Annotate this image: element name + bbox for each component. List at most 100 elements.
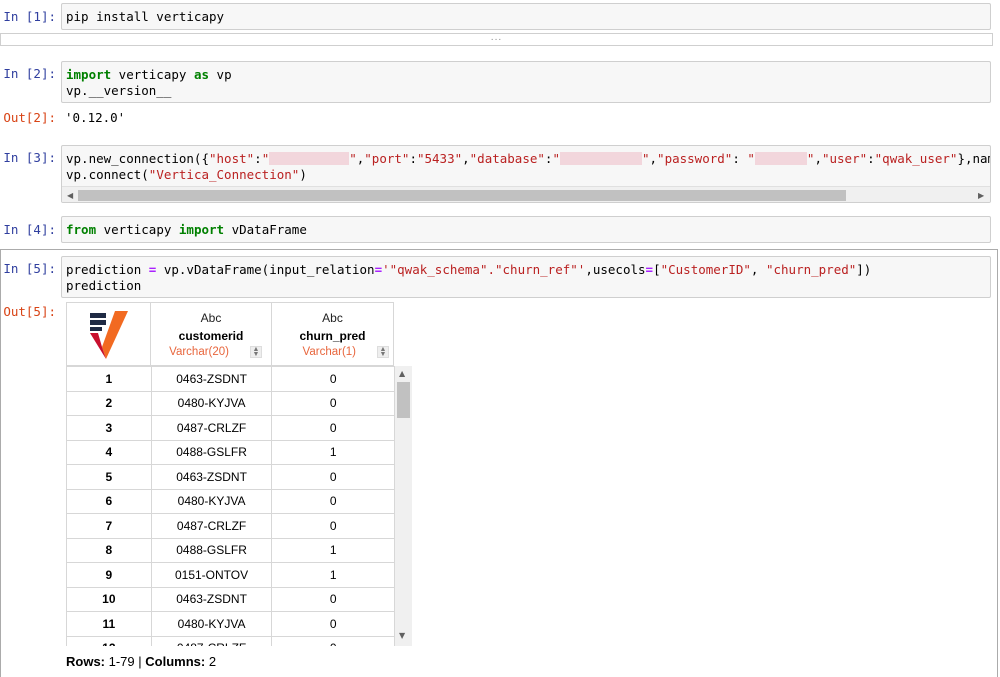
collapsed-output-ellipsis[interactable]: ... bbox=[0, 33, 993, 46]
vdataframe-body[interactable]: 1 0463-ZSDNT 0 2 0480-KYJVA 0 3 0487-CRLZF 0 4 048… bbox=[66, 366, 395, 646]
code-cell-2[interactable]: import verticapy as vp vp.__version__ bbox=[61, 61, 991, 103]
code-token: prediction bbox=[66, 262, 149, 277]
code-editor-2[interactable]: import verticapy as vp vp.__version__ bbox=[66, 67, 232, 99]
code-line: prediction bbox=[66, 278, 871, 294]
redacted-value bbox=[754, 152, 807, 165]
code-editor-1[interactable]: pip install verticapy bbox=[66, 9, 224, 25]
vdataframe-table: 1 0463-ZSDNT 0 2 0480-KYJVA 0 3 0487-CRLZF 0 4 048… bbox=[66, 366, 395, 646]
vertica-logo-cell bbox=[66, 302, 151, 366]
customerid-cell: 0487-CRLZF bbox=[150, 513, 273, 539]
table-row: 2 0480-KYJVA 0 bbox=[66, 390, 395, 416]
code-token: ) bbox=[299, 167, 307, 182]
code-token: = bbox=[645, 262, 654, 277]
code-token: " bbox=[552, 151, 560, 166]
customerid-cell: 0488-GSLFR bbox=[150, 439, 273, 465]
code-token: = bbox=[374, 262, 383, 277]
code-token: import bbox=[66, 67, 112, 82]
code-cell-4[interactable]: from verticapy import vDataFrame bbox=[61, 216, 991, 243]
row-index-cell: 1 bbox=[66, 366, 152, 392]
churn-pred-cell: 1 bbox=[271, 562, 395, 588]
code-token: vp bbox=[209, 67, 232, 82]
row-index-cell: 6 bbox=[66, 488, 152, 514]
column-header-customerid[interactable]: Abc customerid Varchar(20) ▲ ▼ bbox=[150, 302, 272, 366]
table-row: 10 0463-ZSDNT 0 bbox=[66, 586, 395, 612]
code-token: " bbox=[747, 151, 755, 166]
code-cell-1[interactable]: pip install verticapy bbox=[61, 3, 991, 30]
customerid-cell: 0487-CRLZF bbox=[150, 635, 273, 646]
code-token: },name= bbox=[957, 151, 990, 166]
horizontal-scrollbar[interactable]: ◀ ▶ bbox=[62, 186, 990, 202]
row-index-cell: 7 bbox=[66, 513, 152, 539]
footer-separator: | bbox=[134, 654, 146, 669]
vertical-scroll-thumb[interactable] bbox=[397, 382, 410, 418]
code-token: , bbox=[814, 151, 822, 166]
vertica-logo-icon bbox=[90, 311, 128, 359]
code-token: vp.__version__ bbox=[66, 83, 172, 98]
code-editor-3[interactable]: vp.new_connection({"host":" ","port":"543… bbox=[66, 151, 990, 183]
horizontal-scroll-thumb[interactable] bbox=[78, 190, 846, 201]
code-token: "Vertica_Connection" bbox=[148, 167, 300, 182]
code-token: , bbox=[462, 151, 470, 166]
code-token: prediction bbox=[66, 278, 142, 293]
column-header-churn-pred[interactable]: Abc churn_pred Varchar(1) ▲ ▼ bbox=[271, 302, 394, 366]
redacted-value bbox=[559, 152, 642, 165]
scroll-left-arrow-icon[interactable]: ◀ bbox=[67, 191, 73, 200]
churn-pred-cell: 0 bbox=[271, 464, 395, 490]
code-token: "user" bbox=[821, 151, 868, 166]
churn-pred-cell: 0 bbox=[271, 635, 395, 646]
table-row: 9 0151-ONTOV 1 bbox=[66, 562, 395, 588]
table-row: 8 0488-GSLFR 1 bbox=[66, 537, 395, 563]
churn-pred-cell: 0 bbox=[271, 366, 395, 392]
code-line: vp.connect("Vertica_Connection") bbox=[66, 167, 990, 183]
columns-value: 2 bbox=[208, 654, 217, 669]
output-version: '0.12.0' bbox=[65, 110, 126, 125]
code-cell-3[interactable]: vp.new_connection({"host":" ","port":"543… bbox=[61, 145, 991, 203]
column-type-label: Abc bbox=[322, 311, 343, 325]
churn-pred-cell: 0 bbox=[271, 415, 395, 441]
row-index-cell: 9 bbox=[66, 562, 152, 588]
sort-arrows-icon[interactable]: ▲ ▼ bbox=[250, 346, 262, 358]
code-token: vp.new_connection({ bbox=[66, 151, 209, 166]
code-token: : bbox=[732, 151, 748, 166]
code-token: : bbox=[867, 151, 875, 166]
code-token: pip install verticapy bbox=[66, 9, 225, 24]
code-editor-4[interactable]: from verticapy import vDataFrame bbox=[66, 222, 307, 238]
rows-value: 1-79 bbox=[108, 654, 135, 669]
code-token: "5433" bbox=[416, 151, 463, 166]
code-editor-5[interactable]: prediction = vp.vDataFrame(input_relatio… bbox=[66, 262, 871, 294]
column-name: churn_pred bbox=[299, 329, 366, 343]
in-prompt-3: In [3]: bbox=[3, 150, 56, 165]
out-prompt-2: Out[2]: bbox=[3, 110, 56, 125]
code-line: from verticapy import vDataFrame bbox=[66, 222, 307, 238]
code-line: vp.__version__ bbox=[66, 83, 232, 99]
customerid-cell: 0463-ZSDNT bbox=[150, 464, 273, 490]
scroll-right-arrow-icon[interactable]: ▶ bbox=[978, 191, 984, 200]
code-token: : bbox=[409, 151, 417, 166]
customerid-cell: 0480-KYJVA bbox=[150, 488, 273, 514]
code-token: : bbox=[254, 151, 262, 166]
sort-arrows-icon[interactable]: ▲ ▼ bbox=[377, 346, 389, 358]
code-token: vp.connect( bbox=[66, 167, 149, 182]
vdataframe-output: Abc customerid Varchar(20) ▲ ▼ Abc churn_… bbox=[66, 302, 412, 646]
in-prompt-4: In [4]: bbox=[3, 222, 56, 237]
code-line: vp.new_connection({"host":" ","port":"543… bbox=[66, 151, 990, 167]
code-token: ]) bbox=[856, 262, 872, 277]
churn-pred-cell: 0 bbox=[271, 611, 395, 637]
scroll-up-arrow-icon[interactable]: ▲ bbox=[399, 369, 405, 378]
scroll-down-arrow-icon[interactable]: ▼ bbox=[399, 631, 405, 640]
churn-pred-cell: 0 bbox=[271, 586, 395, 612]
table-row: 3 0487-CRLZF 0 bbox=[66, 415, 395, 441]
row-index-cell: 8 bbox=[66, 537, 152, 563]
vertical-scrollbar[interactable]: ▲ ▼ bbox=[395, 366, 412, 646]
code-token: '"qwak_schema"."churn_ref"' bbox=[382, 262, 586, 277]
in-prompt-2: In [2]: bbox=[3, 66, 56, 81]
code-token: from bbox=[66, 222, 97, 237]
churn-pred-cell: 1 bbox=[271, 537, 395, 563]
table-row: 4 0488-GSLFR 1 bbox=[66, 439, 395, 465]
row-index-cell: 12 bbox=[66, 635, 152, 646]
code-cell-5[interactable]: prediction = vp.vDataFrame(input_relatio… bbox=[61, 256, 991, 298]
code-token: "qwak_user" bbox=[874, 151, 958, 166]
code-token: import bbox=[178, 222, 225, 237]
row-index-cell: 3 bbox=[66, 415, 152, 441]
column-dtype: Varchar(20) bbox=[169, 346, 229, 358]
